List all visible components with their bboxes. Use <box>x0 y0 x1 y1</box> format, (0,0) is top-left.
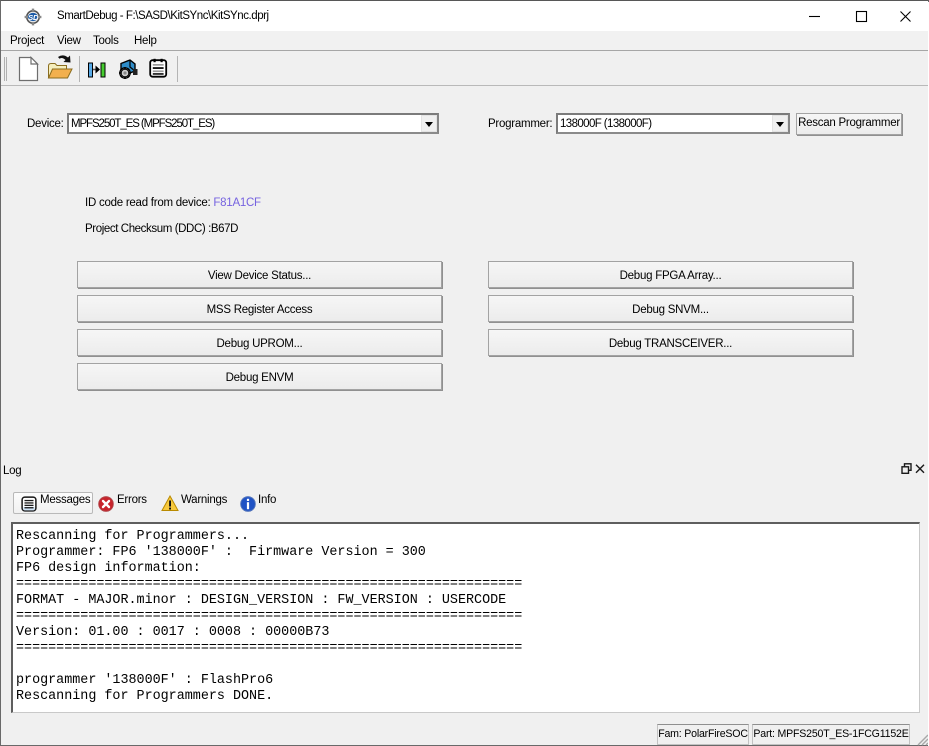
svg-text:SD: SD <box>28 13 39 22</box>
